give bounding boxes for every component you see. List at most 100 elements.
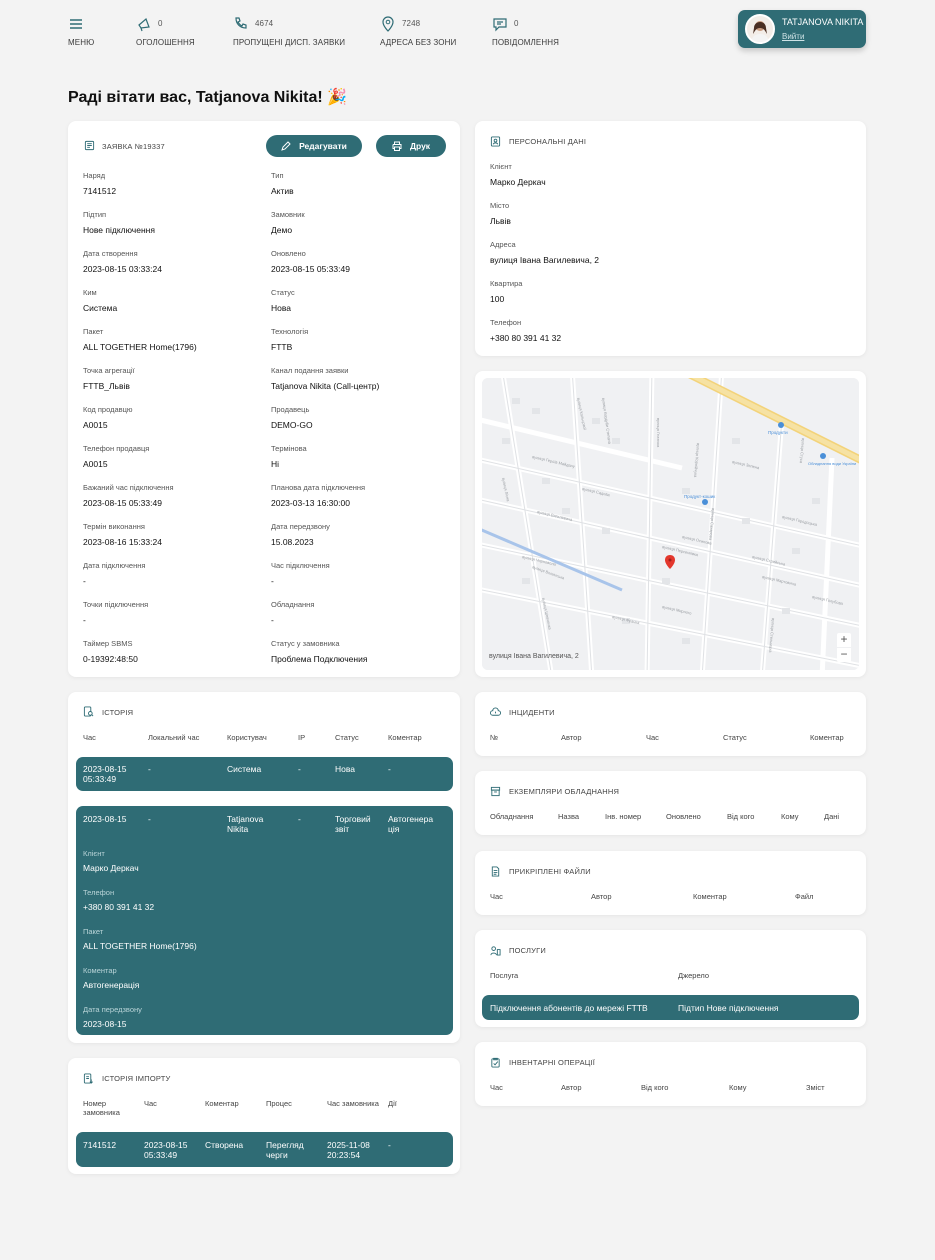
equipment-header: Дані xyxy=(824,812,840,821)
ticket-field-value: 7141512 xyxy=(83,186,117,196)
inventory-header: Зміст xyxy=(806,1083,825,1092)
nozone-count: 7248 xyxy=(402,19,421,28)
clipboard-icon xyxy=(491,1057,500,1068)
equipment-header: Обладнання xyxy=(490,812,534,821)
history-title: ІСТОРІЯ xyxy=(102,708,134,717)
history-card: ІСТОРІЯ Час Локальний час Користувач IP … xyxy=(68,692,460,1043)
history-cell-status: Торговий звіт xyxy=(335,814,371,834)
history-row[interactable]: 2023-08-15 05:33:49 - Система - Нова - xyxy=(76,757,453,791)
history-header-user: Користувач xyxy=(227,733,267,742)
ticket-field-value: A0015 xyxy=(83,459,108,469)
ticket-field-value: - xyxy=(271,576,274,586)
ticket-field-label: Наряд xyxy=(83,171,106,180)
edit-button-label: Редагувати xyxy=(299,141,347,151)
personal-field-value: вулиця Івана Вагилевича, 2 xyxy=(490,255,600,265)
ticket-field-label: Продавець xyxy=(271,405,310,414)
zoom-in-button[interactable]: + xyxy=(837,633,851,647)
map-canvas: вулиця Кольцової вулиця Кордуби Степана … xyxy=(482,378,859,670)
phone-icon xyxy=(235,17,247,29)
ticket-field-value: 2023-08-15 03:33:24 xyxy=(83,264,162,274)
equipment-card: ЕКЗЕМПЛЯРИ ОБЛАДНАННЯ Обладнання Назва І… xyxy=(475,771,866,835)
missed-count: 4674 xyxy=(255,19,274,28)
print-button[interactable]: Друк xyxy=(376,135,446,157)
history-detail-label: Дата передзвону xyxy=(83,1005,142,1014)
ticket-field-label: Код продавцю xyxy=(83,405,133,414)
ticket-field-value: Проблема Подключения xyxy=(271,654,368,664)
services-title: ПОСЛУГИ xyxy=(509,946,546,955)
person-document-icon xyxy=(490,136,501,147)
history-detail-value: ALL TOGETHER Home(1796) xyxy=(83,941,197,951)
equipment-title: ЕКЗЕМПЛЯРИ ОБЛАДНАННЯ xyxy=(509,787,620,796)
history-header-local: Локальний час xyxy=(148,733,200,742)
incidents-header-comment: Коментар xyxy=(810,733,844,742)
ticket-field-label: Таймер SBMS xyxy=(83,639,133,648)
ticket-field-label: Час підключення xyxy=(271,561,330,570)
history-header-time: Час xyxy=(83,733,96,742)
history-detail-value: Марко Деркач xyxy=(83,863,139,873)
incidents-header-number: № xyxy=(490,733,499,742)
history-cell-user: Tatjanova Nikita xyxy=(227,814,264,834)
edit-button[interactable]: Редагувати xyxy=(266,135,362,157)
poi-label: Продукт-кошик xyxy=(684,494,715,499)
poi-label: Обладнання води України xyxy=(808,461,856,466)
history-cell-time: 2023-08-15 05:33:49 xyxy=(83,764,127,784)
nav-nozone-label: АДРЕСА БЕЗ ЗОНИ xyxy=(380,38,457,47)
personal-field-label: Місто xyxy=(490,201,510,210)
ticket-field-value: FTTB_Львів xyxy=(83,381,130,391)
inventory-header: Автор xyxy=(561,1083,582,1092)
history-search-icon xyxy=(83,706,94,717)
ticket-field-label: Планова дата підключення xyxy=(271,483,366,492)
equipment-header: Інв. номер xyxy=(605,812,642,821)
history-detail-label: Телефон xyxy=(83,888,115,897)
personal-field-label: Клієнт xyxy=(490,162,512,171)
chat-icon xyxy=(493,18,507,32)
inventory-header: Кому xyxy=(729,1083,747,1092)
personal-field-label: Адреса xyxy=(490,240,516,249)
import-history-card: ІСТОРІЯ ІМПОРТУ Номер замовника Час Коме… xyxy=(68,1058,460,1174)
personal-field-value: 100 xyxy=(490,294,505,304)
import-icon xyxy=(83,1073,93,1084)
service-row[interactable]: Підключення абонентів до мережі FTTB Під… xyxy=(482,995,859,1020)
poi-marker-icon xyxy=(820,453,826,459)
ticket-field-label: Оновлено xyxy=(271,249,306,258)
zoom-out-button[interactable]: − xyxy=(837,648,851,662)
map[interactable]: вулиця Кольцової вулиця Кордуби Степана … xyxy=(482,378,859,670)
ticket-field-label: Термін виконання xyxy=(83,522,145,531)
history-row-expanded[interactable]: 2023-08-15 - Tatjanova Nikita - Торговий… xyxy=(76,806,453,1035)
files-header: Коментар xyxy=(693,892,727,901)
ticket-field-label: Тип xyxy=(271,171,284,180)
nav-messages-label: ПОВІДОМЛЕННЯ xyxy=(492,38,559,47)
history-detail-value: +380 80 391 41 32 xyxy=(83,902,155,912)
import-row[interactable]: 7141512 2023-08-15 05:33:49 Створена Пер… xyxy=(76,1132,453,1167)
equipment-header: Від кого xyxy=(727,812,755,821)
nav-announcements-label: ОГОЛОШЕННЯ xyxy=(136,38,195,47)
ticket-field-value: FTTB xyxy=(271,342,293,352)
ticket-field-label: Дата підключення xyxy=(83,561,146,570)
ticket-field-value: Демо xyxy=(271,225,293,235)
history-detail-value: 2023-08-15 xyxy=(83,1019,127,1029)
pencil-icon xyxy=(281,141,291,151)
files-title: ПРИКРІПЛЕНІ ФАЙЛИ xyxy=(509,867,591,876)
ticket-field-value: 2023-08-15 05:33:49 xyxy=(83,498,162,508)
ticket-field-value: 0-19392:48:50 xyxy=(83,654,138,664)
services-header-service: Послуга xyxy=(490,971,519,980)
inventory-header: Від кого xyxy=(641,1083,669,1092)
inventory-card: ІНВЕНТАРНІ ОПЕРАЦІЇ Час Автор Від кого К… xyxy=(475,1042,866,1106)
ticket-field-value: - xyxy=(83,615,86,625)
import-title: ІСТОРІЯ ІМПОРТУ xyxy=(102,1074,171,1083)
ticket-field-label: Підтип xyxy=(83,210,107,219)
ticket-field-label: Статус xyxy=(271,288,295,297)
history-cell-ip: - xyxy=(298,764,301,774)
import-header-actions: Дії xyxy=(388,1099,397,1108)
services-header-source: Джерело xyxy=(678,971,709,980)
import-cell-process: Перегляд черги xyxy=(266,1140,304,1160)
ticket-field-label: Термінова xyxy=(271,444,307,453)
import-header-time: Час xyxy=(144,1099,157,1108)
ticket-field-label: Пакет xyxy=(83,327,104,336)
history-detail-label: Пакет xyxy=(83,927,104,936)
history-detail-label: Коментар xyxy=(83,966,117,975)
inventory-title: ІНВЕНТАРНІ ОПЕРАЦІЇ xyxy=(509,1058,596,1067)
files-header: Автор xyxy=(591,892,612,901)
announcements-count: 0 xyxy=(158,19,163,28)
logout-link[interactable]: Вийти xyxy=(782,32,804,41)
